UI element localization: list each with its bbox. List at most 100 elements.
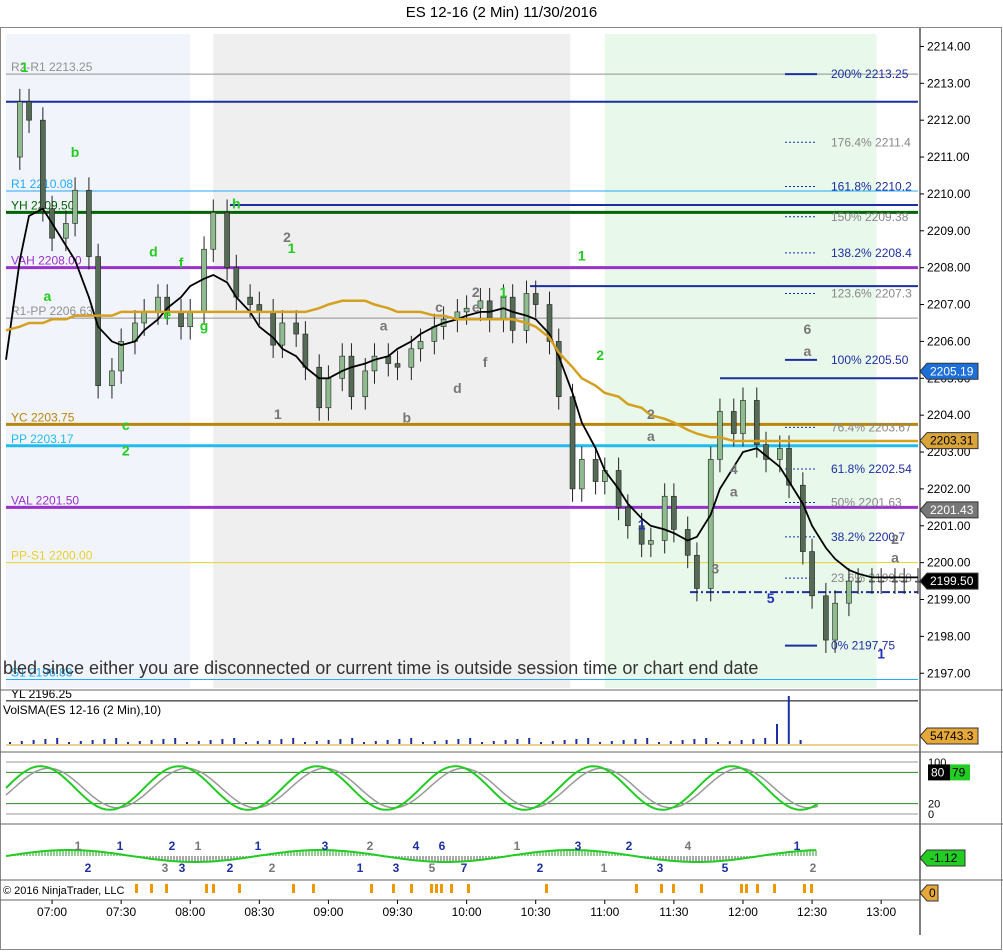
candle-body-32 — [371, 355, 378, 372]
price-tick-label-4: 2210.00 — [927, 187, 971, 201]
candle-body-35 — [408, 348, 415, 368]
candle-body-50 — [578, 459, 585, 490]
fib-label-8: 61.8% 2202.54 — [831, 462, 912, 476]
time-tick-label-5: 09:30 — [382, 905, 412, 919]
bottom-marker-19 — [672, 884, 675, 893]
bottom-marker-25 — [803, 884, 806, 893]
bottom-marker-2 — [165, 884, 168, 893]
session-region-1 — [213, 34, 571, 688]
candle-body-60 — [694, 554, 700, 589]
price-tick-label-8: 2206.00 — [927, 334, 971, 348]
osc-wave-label-18: 1 — [514, 839, 521, 853]
candle-body-57 — [661, 495, 668, 541]
osc-wave-label-3: 3 — [162, 861, 169, 875]
wave-label-17: e — [472, 299, 480, 315]
time-tick-label-6: 10:00 — [452, 905, 482, 919]
wave-label-16: d — [453, 380, 462, 396]
price-tick-label-6: 2208.00 — [927, 261, 971, 275]
candle-body-71 — [823, 595, 829, 641]
wave-label-22: 2 — [596, 347, 604, 363]
bottom-marker-0 — [135, 884, 138, 893]
bottom-marker-20 — [700, 884, 703, 893]
time-tick-label-8: 11:00 — [590, 905, 619, 919]
osc-wave-label-22: 2 — [626, 839, 633, 853]
time-tick-label-11: 12:30 — [797, 905, 827, 919]
time-tick-label-7: 10:30 — [521, 905, 551, 919]
candle-body-7 — [86, 189, 92, 257]
candle-body-73 — [846, 580, 852, 604]
level-label-10: YL 2196.25 — [11, 687, 72, 701]
bottom-marker-3 — [205, 884, 208, 893]
osc-wave-label-1: 2 — [85, 861, 92, 875]
price-tick-label-10: 2204.00 — [927, 408, 971, 422]
osc-wave-label-2: 1 — [117, 839, 124, 853]
level-label-8: PP-S1 2200.00 — [11, 549, 93, 563]
wave-label-28: a — [730, 483, 738, 499]
fib-label-7: 76.4% 2203.67 — [831, 420, 912, 434]
bottom-badge-label: 0 — [929, 886, 936, 900]
candle-body-69 — [800, 484, 806, 552]
wave-label-26: 3 — [711, 561, 719, 577]
bottom-marker-8 — [370, 884, 373, 893]
candle-body-27 — [316, 366, 323, 409]
wave-label-11: 1 — [288, 240, 296, 256]
wave-label-33: a — [891, 550, 899, 566]
candle-body-74 — [855, 580, 861, 583]
osc-wave-label-19: 2 — [537, 861, 544, 875]
wave-label-29: 5 — [767, 590, 775, 606]
wave-label-30: 6 — [804, 321, 812, 337]
bottom-marker-10 — [410, 884, 413, 893]
bottom-marker-16 — [545, 884, 548, 893]
bottom-marker-4 — [212, 884, 215, 893]
price-tick-label-14: 2200.00 — [927, 556, 971, 570]
osc-wave-label-9: 2 — [269, 861, 276, 875]
osc-wave-label-21: 1 — [601, 861, 608, 875]
price-badge-label-1: 2203.31 — [930, 434, 974, 448]
bottom-marker-17 — [635, 884, 638, 893]
osc-wave-label-24: 4 — [685, 839, 692, 853]
price-tick-label-7: 2207.00 — [927, 298, 971, 312]
candle-body-44 — [509, 296, 516, 331]
bottom-marker-22 — [745, 884, 748, 893]
time-tick-label-2: 08:00 — [175, 905, 205, 919]
chart-canvas: R2-R1 2213.25R1 2210.08YH 2209.50VAH 220… — [0, 27, 1003, 950]
osc-wave-label-6: 1 — [195, 839, 202, 853]
candle-body-46 — [532, 293, 539, 305]
bottom-marker-5 — [238, 884, 241, 893]
wave-label-13: a — [380, 317, 388, 333]
price-tick-label-2: 2212.00 — [927, 113, 971, 127]
fib-label-2: 161.8% 2210.2 — [831, 180, 912, 194]
bottom-marker-12 — [435, 884, 438, 893]
candle-body-30 — [348, 355, 355, 398]
osc-wave-label-25: 5 — [722, 861, 729, 875]
candle-body-9 — [109, 370, 115, 386]
wave-label-6: e — [163, 306, 171, 322]
candle-body-70 — [809, 551, 815, 597]
candle-body-1 — [17, 101, 23, 158]
bottom-marker-21 — [740, 884, 743, 893]
wave-label-21: 1 — [578, 247, 586, 263]
time-tick-label-10: 12:00 — [728, 905, 758, 919]
candle-body-72 — [832, 602, 838, 641]
bottom-marker-6 — [292, 884, 295, 893]
fib-label-1: 176.4% 2211.4 — [831, 135, 911, 149]
fib-label-12: 0% 2197.75 — [831, 639, 895, 653]
fib-label-0: 200% 2213.25 — [831, 67, 909, 81]
wave-label-15: c — [435, 299, 443, 315]
osc-wave-label-26: 1 — [794, 839, 801, 853]
bottom-marker-7 — [312, 884, 315, 893]
bottom-marker-1 — [150, 884, 153, 893]
candle-body-36 — [417, 341, 424, 350]
osc-wave-label-13: 3 — [393, 861, 400, 875]
stoch-badge-k-label: 80 — [931, 765, 945, 779]
price-badge-label-0: 2205.19 — [930, 364, 974, 378]
price-tick-label-13: 2201.00 — [927, 519, 971, 533]
candle-body-75 — [869, 580, 875, 583]
wave-label-0: 1 — [21, 59, 29, 75]
level-label-5: YC 2203.75 — [11, 410, 75, 424]
wave-label-24: a — [647, 428, 655, 444]
candle-body-31 — [362, 370, 369, 398]
wave-label-27: 4 — [730, 461, 738, 477]
time-tick-label-12: 13:00 — [866, 905, 896, 919]
candle-body-24 — [279, 322, 286, 346]
